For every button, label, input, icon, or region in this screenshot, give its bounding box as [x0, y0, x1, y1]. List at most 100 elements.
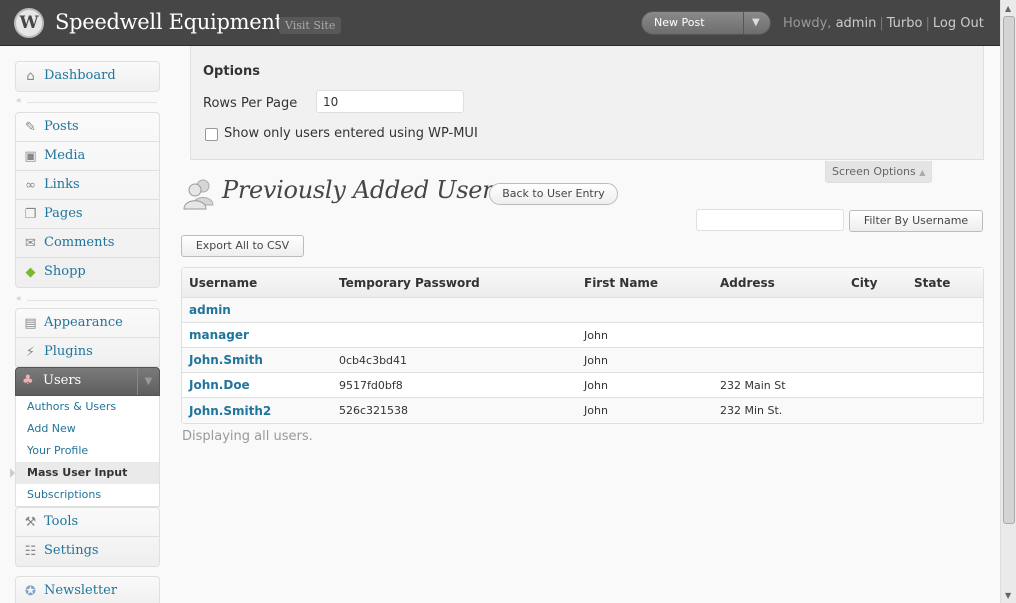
collapse-arrow-icon[interactable]: «: [16, 96, 22, 106]
rows-per-page-input[interactable]: [316, 90, 464, 113]
table-row: John.Doe 9517fd0bf8 John 232 Main St: [182, 373, 983, 398]
username-cell[interactable]: John.Smith: [182, 348, 332, 373]
submenu-item-subscriptions[interactable]: Subscriptions: [16, 484, 159, 506]
menu-item-settings[interactable]: ☷ Settings: [16, 537, 159, 566]
state-cell: [907, 398, 983, 423]
menu-label: Tools: [44, 514, 79, 529]
column-header-username[interactable]: Username: [182, 268, 332, 298]
menu-item-newsletter[interactable]: ✪ Newsletter: [16, 577, 159, 603]
menu-item-dashboard[interactable]: ⌂ Dashboard: [16, 62, 159, 91]
username-cell[interactable]: John.Smith2: [182, 398, 332, 423]
first-name-cell: [577, 298, 713, 323]
users-table: Username Temporary Password First Name A…: [181, 267, 984, 424]
chevron-down-icon[interactable]: ▼: [752, 17, 760, 28]
profile-link[interactable]: admin: [836, 16, 877, 31]
address-cell: [713, 298, 844, 323]
menu-item-tools[interactable]: ⚒ Tools: [16, 508, 159, 537]
first-name-cell: John: [577, 323, 713, 348]
column-header-temporary-password[interactable]: Temporary Password: [332, 268, 577, 298]
column-header-address[interactable]: Address: [713, 268, 844, 298]
menu-label: Media: [44, 148, 86, 163]
users-icon: ♣: [22, 373, 34, 388]
scroll-up-arrow-icon[interactable]: ▲: [1005, 4, 1011, 13]
password-cell: 9517fd0bf8: [332, 373, 577, 398]
wpmui-filter-checkbox[interactable]: [205, 128, 218, 141]
new-post-dropdown[interactable]: New Post ▼: [641, 11, 771, 35]
vertical-scrollbar[interactable]: ▲ ▼: [1000, 0, 1016, 603]
menu-separator[interactable]: «: [15, 294, 160, 305]
menu-separator[interactable]: «: [15, 96, 160, 107]
menu-item-media[interactable]: ▣ Media: [16, 142, 159, 171]
column-header-first-name[interactable]: First Name: [577, 268, 713, 298]
export-csv-button[interactable]: Export All to CSV: [181, 235, 304, 257]
screen-options-tab[interactable]: Screen Options ▲: [825, 161, 932, 183]
menu-label: Newsletter: [44, 583, 118, 598]
rows-per-page-label: Rows Per Page: [203, 96, 298, 111]
menu-label: Appearance: [44, 315, 123, 330]
users-submenu: Authors & Users Add New Your Profile Mas…: [10, 396, 160, 507]
collapse-arrow-icon[interactable]: «: [16, 294, 22, 304]
turbo-link[interactable]: Turbo: [887, 16, 923, 31]
user-info: Howdy, admin | Turbo | Log Out: [783, 16, 984, 31]
wordpress-logo-icon[interactable]: W: [14, 8, 44, 38]
city-cell: [844, 398, 907, 423]
menu-item-shopp[interactable]: ◆ Shopp: [16, 258, 159, 287]
first-name-cell: John: [577, 373, 713, 398]
plugin-icon: ⚡: [25, 345, 36, 360]
screen-options-label: Screen Options: [832, 165, 916, 178]
chevron-up-icon: ▲: [919, 168, 926, 177]
menu-item-pages[interactable]: ❐ Pages: [16, 200, 159, 229]
menu-item-appearance[interactable]: ▤ Appearance: [16, 309, 159, 338]
table-row: admin: [182, 298, 983, 323]
dashboard-icon: ⌂: [26, 69, 35, 84]
price-tag-icon: ◆: [25, 265, 36, 280]
menu-label: Plugins: [44, 344, 93, 359]
submenu-item-your-profile[interactable]: Your Profile: [16, 440, 159, 462]
new-post-label[interactable]: New Post: [654, 16, 705, 29]
menu-group-dashboard: ⌂ Dashboard: [15, 61, 160, 92]
submenu-item-mass-user-input[interactable]: Mass User Input: [10, 462, 159, 484]
menu-label: Comments: [44, 235, 115, 250]
menu-label: Users: [43, 373, 82, 388]
state-cell: [907, 323, 983, 348]
column-header-state[interactable]: State: [907, 268, 983, 298]
menu-label: Shopp: [44, 264, 86, 279]
scroll-thumb[interactable]: [1003, 16, 1015, 524]
menu-item-posts[interactable]: ✎ Posts: [16, 113, 159, 142]
menu-item-links[interactable]: ∞ Links: [16, 171, 159, 200]
username-cell[interactable]: manager: [182, 323, 332, 348]
address-cell: [713, 348, 844, 373]
pushpin-icon: ✎: [25, 120, 36, 135]
table-status-text: Displaying all users.: [182, 429, 313, 444]
address-cell: [713, 323, 844, 348]
address-cell: 232 Main St: [713, 373, 844, 398]
username-cell[interactable]: admin: [182, 298, 332, 323]
menu-group-newsletter: ✪ Newsletter: [15, 576, 160, 603]
menu-label: Dashboard: [44, 68, 116, 83]
appearance-icon: ▤: [24, 316, 37, 331]
site-title[interactable]: Speedwell Equipment: [55, 10, 283, 34]
admin-header: W Speedwell Equipment Visit Site New Pos…: [0, 0, 1000, 46]
submenu-item-add-new[interactable]: Add New: [16, 418, 159, 440]
city-cell: [844, 298, 907, 323]
submenu-item-authors-users[interactable]: Authors & Users: [16, 396, 159, 418]
users-icon: [183, 179, 214, 210]
state-cell: [907, 348, 983, 373]
menu-item-comments[interactable]: ✉ Comments: [16, 229, 159, 258]
wpmui-filter-label: Show only users entered using WP-MUI: [224, 126, 478, 141]
city-cell: [844, 323, 907, 348]
visit-site-button[interactable]: Visit Site: [279, 17, 342, 34]
filter-by-username-button[interactable]: Filter By Username: [849, 210, 983, 232]
back-to-user-entry-button[interactable]: Back to User Entry: [489, 183, 618, 205]
filter-username-input[interactable]: [696, 209, 844, 231]
column-header-city[interactable]: City: [844, 268, 907, 298]
table-header-row: Username Temporary Password First Name A…: [182, 268, 983, 298]
logout-link[interactable]: Log Out: [933, 16, 984, 31]
dropdown-divider: [743, 12, 744, 34]
menu-item-users[interactable]: ♣ Users ▼: [15, 367, 160, 396]
scroll-down-arrow-icon[interactable]: ▼: [1005, 591, 1011, 600]
media-icon: ▣: [24, 149, 37, 164]
submenu-toggle-icon[interactable]: ▼: [137, 368, 159, 395]
username-cell[interactable]: John.Doe: [182, 373, 332, 398]
menu-item-plugins[interactable]: ⚡ Plugins: [16, 338, 159, 367]
